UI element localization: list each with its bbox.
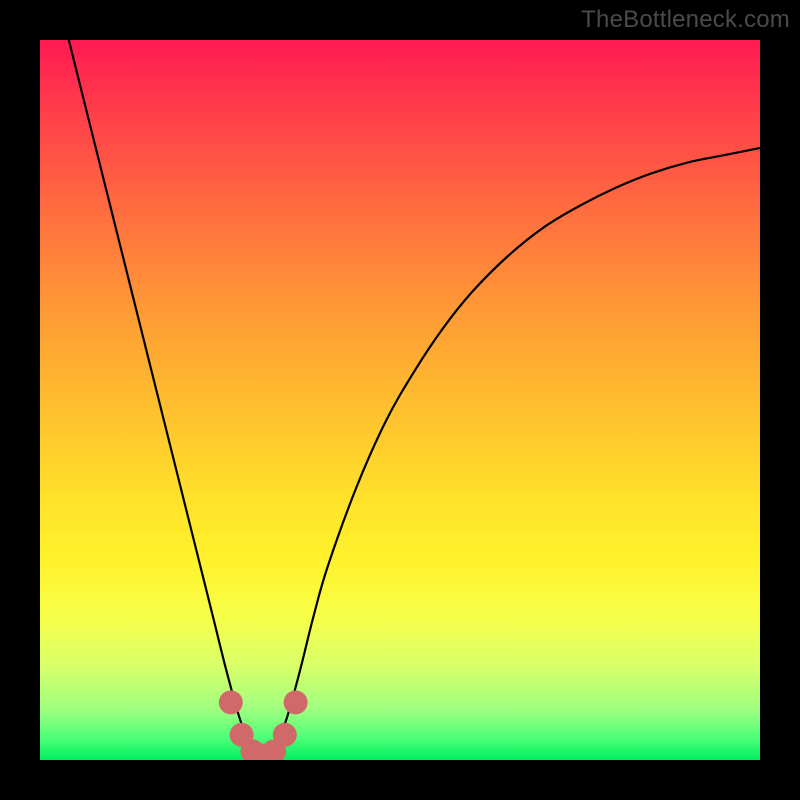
marker-dot: [219, 690, 243, 714]
outer-frame: TheBottleneck.com: [0, 0, 800, 800]
bottleneck-curve: [69, 40, 760, 757]
watermark-text: TheBottleneck.com: [581, 6, 790, 34]
marker-dot: [284, 690, 308, 714]
plot-area: [40, 40, 760, 760]
marker-dot: [273, 723, 297, 747]
chart-svg: [40, 40, 760, 760]
highlight-markers: [219, 690, 308, 760]
